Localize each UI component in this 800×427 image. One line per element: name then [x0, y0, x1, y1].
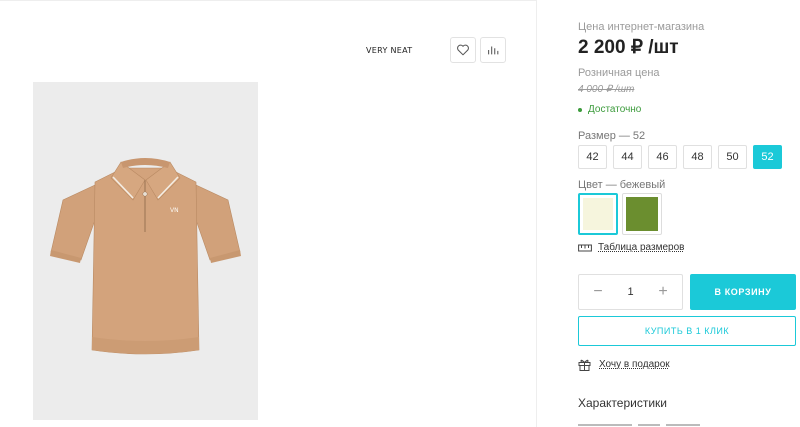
color-swatch-green-fill [626, 197, 658, 231]
add-to-cart-button[interactable]: В КОРЗИНУ [690, 274, 796, 310]
product-info-panel: Цена интернет-магазина 2 200 ₽ /шт Розни… [537, 0, 800, 427]
preview-line [666, 424, 700, 426]
size-option-46[interactable]: 46 [648, 145, 677, 169]
preview-line [578, 424, 632, 426]
stock-status-text: Достаточно [588, 104, 642, 115]
bar-chart-icon [488, 46, 499, 55]
brand-name[interactable]: VERY NEAT [366, 46, 412, 55]
favorite-button[interactable] [450, 37, 476, 63]
size-option-52[interactable]: 52 [753, 145, 782, 169]
product-gallery: VERY NEAT VN [0, 0, 537, 427]
quantity-decrease-button[interactable]: − [591, 283, 605, 301]
gift-wish-link[interactable]: Хочу в подарок [578, 358, 670, 371]
stock-dot-icon [578, 107, 582, 112]
size-option-48[interactable]: 48 [683, 145, 712, 169]
color-label: Цвет — бежевый [578, 179, 666, 191]
product-image[interactable]: VN [33, 82, 258, 420]
stock-status: Достаточно [578, 104, 641, 115]
gift-wish-label: Хочу в подарок [599, 359, 670, 370]
compare-button[interactable] [480, 37, 506, 63]
buy-one-click-button[interactable]: КУПИТЬ В 1 КЛИК [578, 316, 796, 346]
size-label: Размер — 52 [578, 130, 646, 142]
heart-icon [457, 44, 469, 56]
retail-price: 4 000 ₽ /шт [578, 84, 635, 95]
characteristics-preview [578, 419, 728, 427]
color-swatch-green[interactable] [622, 193, 662, 235]
size-option-42[interactable]: 42 [578, 145, 607, 169]
gift-icon [578, 359, 591, 371]
svg-text:VN: VN [170, 207, 179, 214]
quantity-increase-button[interactable]: + [656, 283, 670, 301]
online-price: 2 200 ₽ /шт [578, 37, 679, 58]
online-price-label: Цена интернет-магазина [578, 21, 705, 33]
color-swatch-beige-fill [583, 198, 613, 230]
ruler-icon [578, 244, 592, 251]
preview-line [638, 424, 660, 426]
size-option-50[interactable]: 50 [718, 145, 747, 169]
size-table-label: Таблица размеров [598, 242, 685, 253]
size-option-44[interactable]: 44 [613, 145, 642, 169]
retail-price-label: Розничная цена [578, 67, 660, 79]
color-swatch-beige[interactable] [578, 193, 618, 235]
size-selector: 42 44 46 48 50 52 [578, 145, 782, 169]
quantity-value[interactable]: 1 [627, 286, 633, 298]
quantity-stepper: − 1 + [578, 274, 683, 310]
characteristics-title[interactable]: Характеристики [578, 396, 667, 410]
size-table-link[interactable]: Таблица размеров [578, 242, 684, 253]
polo-shirt-image: VN [50, 158, 241, 355]
